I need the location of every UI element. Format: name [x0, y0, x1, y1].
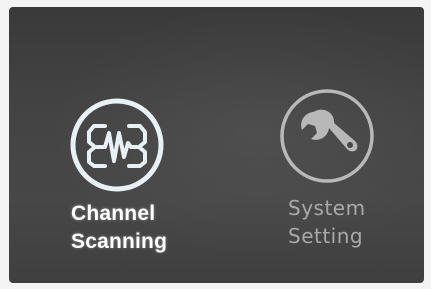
device-screen: Channel Scanning System Setting [9, 7, 424, 283]
channel-scanning-label-line2: Scanning [71, 230, 168, 253]
system-setting-label-line1: System [288, 196, 366, 220]
system-setting-label: System Setting [288, 194, 366, 250]
channel-scanning-icon [67, 95, 167, 195]
system-setting-label-line2: Setting [288, 224, 364, 248]
channel-scanning-menu-item[interactable]: Channel Scanning [59, 85, 189, 275]
system-setting-menu-item[interactable]: System Setting [271, 82, 401, 272]
channel-scanning-label: Channel Scanning [71, 200, 167, 256]
wrench-icon [277, 86, 377, 186]
channel-scanning-label-line1: Channel [71, 202, 156, 225]
